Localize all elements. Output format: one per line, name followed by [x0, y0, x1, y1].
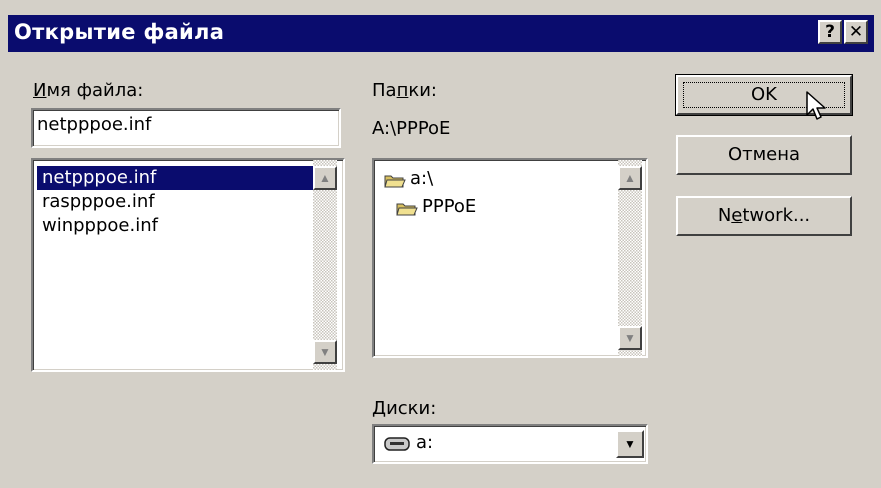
- file-list[interactable]: netpppoe.inf raspppoe.inf winpppoe.inf ▲…: [31, 158, 345, 372]
- file-list-scrollbar[interactable]: ▲ ▼: [313, 160, 337, 370]
- window-title: Открытие файла: [14, 20, 225, 44]
- folder-label: PPPoE: [422, 196, 477, 217]
- filename-input-text: netpppoe.inf: [37, 114, 152, 135]
- folder-tree[interactable]: a:\ PPPoE ▲ ▼: [372, 158, 648, 358]
- scroll-up-button[interactable]: ▲: [313, 166, 337, 190]
- scroll-up-button[interactable]: ▲: [618, 166, 642, 190]
- folder-open-icon: [396, 203, 418, 216]
- list-item[interactable]: netpppoe.inf: [37, 166, 316, 190]
- ok-button[interactable]: OK: [675, 74, 853, 120]
- chevron-down-icon[interactable]: ▼: [616, 430, 644, 458]
- filename-label: Имя файла:: [33, 80, 144, 101]
- list-item[interactable]: raspppoe.inf: [39, 190, 165, 214]
- folders-label: Папки:: [372, 80, 437, 101]
- scroll-down-button[interactable]: ▼: [313, 340, 337, 364]
- drives-dropdown[interactable]: a: ▼: [372, 424, 648, 464]
- filename-input[interactable]: netpppoe.inf: [31, 108, 341, 148]
- network-button[interactable]: Network...: [676, 196, 852, 236]
- folder-tree-scrollbar[interactable]: ▲ ▼: [618, 160, 642, 356]
- cursor-icon: [806, 91, 826, 120]
- open-file-dialog: Открытие файла ? ✕ Имя файла: netpppoe.i…: [0, 0, 881, 488]
- cancel-button[interactable]: Отмена: [676, 135, 852, 175]
- current-folder-path: A:\PPPoE: [372, 118, 451, 139]
- help-icon[interactable]: ?: [818, 20, 842, 44]
- list-item[interactable]: winpppoe.inf: [39, 214, 168, 238]
- drives-label: Диски:: [372, 398, 437, 419]
- selected-drive: a:: [416, 432, 434, 453]
- drive-icon: [384, 437, 410, 451]
- close-icon[interactable]: ✕: [844, 20, 868, 44]
- folder-open-icon: [384, 175, 406, 188]
- scroll-down-button[interactable]: ▼: [618, 326, 642, 350]
- folder-label: a:\: [410, 168, 434, 189]
- title-bar[interactable]: Открытие файла ? ✕: [8, 15, 874, 52]
